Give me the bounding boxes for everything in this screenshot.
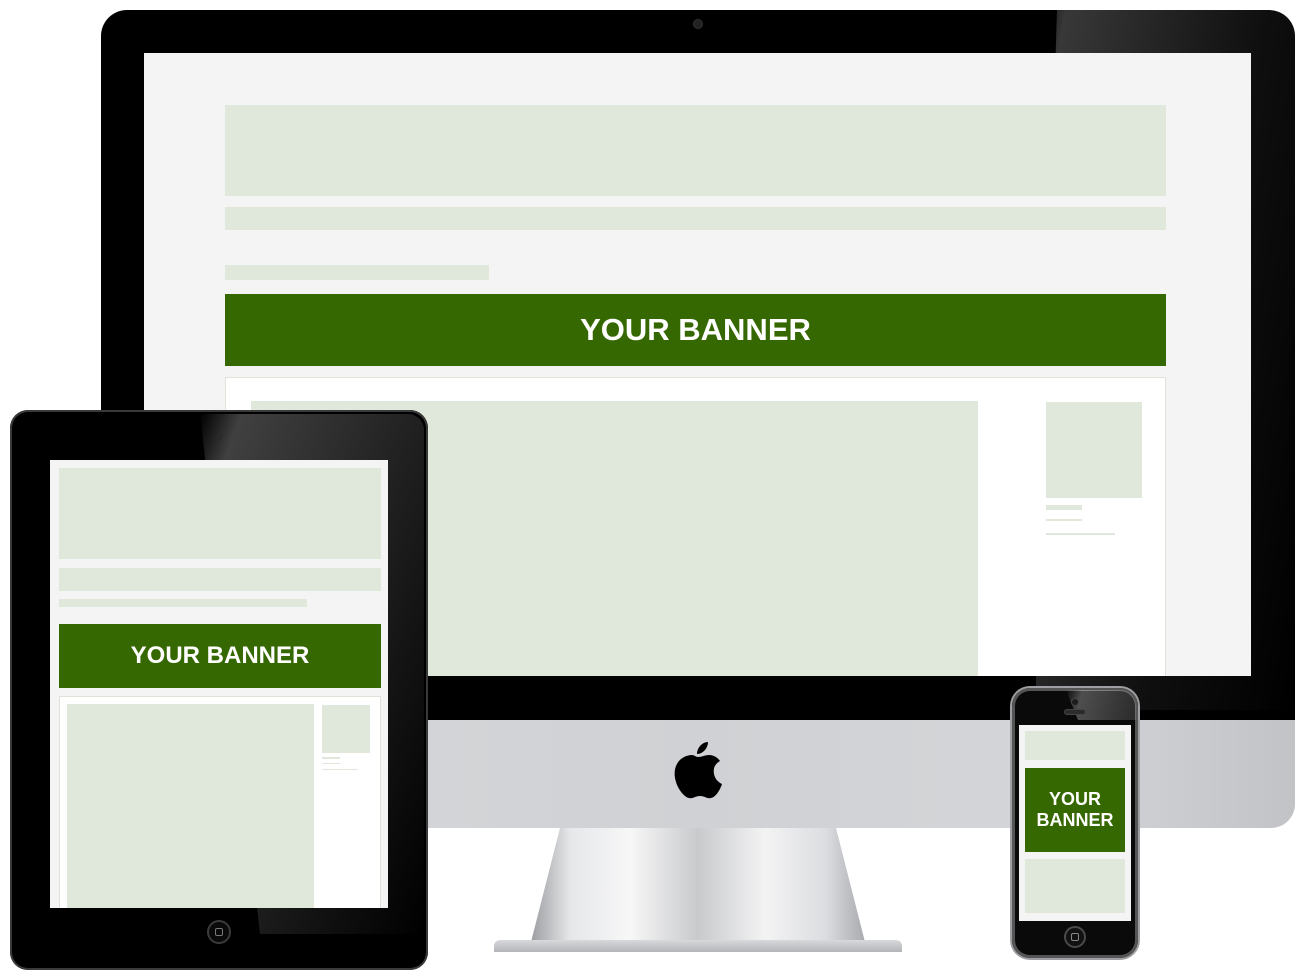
tablet-screen: YOUR BANNER	[50, 460, 388, 908]
tablet-banner-text: YOUR BANNER	[130, 642, 310, 669]
phone-banner[interactable]: YOUR BANNER	[1025, 768, 1125, 852]
desktop-nav-placeholder	[225, 207, 1166, 230]
tablet-banner[interactable]: YOUR BANNER	[59, 624, 381, 688]
desktop-breadcrumb-placeholder	[225, 265, 489, 280]
tablet-thumbnail-placeholder	[322, 705, 370, 753]
imac-camera	[694, 20, 702, 28]
tablet-thumb-line-1	[322, 757, 340, 759]
tablet-content-panel	[59, 696, 381, 908]
tablet-camera	[216, 434, 222, 440]
phone-screen: YOUR BANNER	[1019, 725, 1131, 921]
desktop-banner[interactable]: YOUR BANNER	[225, 294, 1166, 366]
imac-stand	[530, 828, 866, 946]
imac-foot	[494, 940, 902, 952]
desktop-banner-text: YOUR BANNER	[580, 312, 811, 347]
tablet-thumb-line-3	[322, 769, 358, 770]
phone-speaker	[1065, 710, 1085, 714]
phone-home-button-icon[interactable]	[1064, 926, 1086, 948]
tablet-breadcrumb-placeholder	[59, 599, 307, 607]
phone-header-placeholder	[1025, 731, 1125, 760]
phone-content-placeholder	[1025, 859, 1125, 913]
phone-banner-text-line2: BANNER	[1036, 810, 1114, 830]
tablet-main-image-placeholder	[67, 704, 314, 908]
desktop-thumb-line-1	[1046, 505, 1082, 510]
desktop-thumb-line-2	[1046, 519, 1082, 521]
phone-camera	[1072, 699, 1078, 705]
desktop-thumb-line-3	[1046, 533, 1115, 535]
phone-banner-text-line1: YOUR	[1048, 789, 1101, 809]
tablet-header-placeholder	[59, 468, 381, 559]
desktop-header-placeholder	[225, 105, 1166, 196]
home-button-icon[interactable]	[207, 920, 231, 944]
desktop-thumbnail-placeholder	[1046, 402, 1142, 498]
tablet-thumb-line-2	[322, 763, 340, 764]
tablet-nav-placeholder	[59, 568, 381, 591]
apple-logo-icon	[674, 742, 722, 799]
